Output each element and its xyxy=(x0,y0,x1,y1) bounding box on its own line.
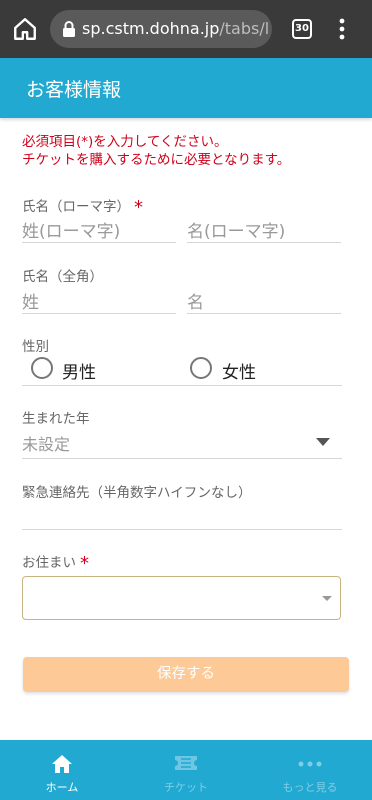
app-header: お客様情報 xyxy=(0,58,372,118)
url-host: sp.cstm.dohna.jp xyxy=(82,19,220,38)
tab-switcher-button[interactable]: 30 xyxy=(292,19,312,39)
birth-year-value: 未設定 xyxy=(22,435,71,454)
required-mark: * xyxy=(80,553,89,574)
ticket-icon xyxy=(175,756,197,770)
url-text: sp.cstm.dohna.jp/tabs/l xyxy=(82,19,268,38)
nav-label-more: もっと見る xyxy=(282,781,338,794)
address-label-text: お住まい xyxy=(22,555,76,571)
address-select[interactable] xyxy=(22,576,341,620)
birth-year-label: 生まれた年 xyxy=(22,411,90,427)
url-path: /tabs/l xyxy=(219,19,268,38)
browser-home-icon[interactable] xyxy=(12,16,38,42)
birth-year-select[interactable]: 未設定 xyxy=(22,425,342,459)
gender-label: 性別 xyxy=(22,339,49,355)
nav-item-home[interactable]: ホーム xyxy=(0,740,124,800)
required-notice: 必須項目(*)を入力してください。 チケットを購入するために必要となります。 xyxy=(22,133,362,169)
first-name-input[interactable]: 名 xyxy=(187,284,341,314)
gender-radio-group: 男性 女性 xyxy=(22,354,342,386)
page-title: お客様情報 xyxy=(26,79,122,101)
nav-label-home: ホーム xyxy=(45,781,79,794)
gender-female-radio[interactable] xyxy=(190,357,212,379)
save-button[interactable]: 保存する xyxy=(23,657,349,692)
address-bar[interactable]: sp.cstm.dohna.jp/tabs/l xyxy=(50,10,272,48)
lock-icon xyxy=(63,21,75,37)
dropdown-arrow-icon xyxy=(316,438,330,446)
address-label: お住まい * xyxy=(22,551,89,574)
home-icon xyxy=(52,755,72,773)
first-name-roman-input[interactable]: 名(ローマ字) xyxy=(187,213,341,243)
bottom-nav: ホーム チケット もっと見る xyxy=(0,740,372,800)
notice-line-1: 必須項目(*)を入力してください。 xyxy=(22,134,228,150)
last-name-input[interactable]: 姓 xyxy=(22,284,176,314)
nav-item-ticket[interactable]: チケット xyxy=(124,740,248,800)
emergency-contact-label: 緊急連絡先（半角数字ハイフンなし） xyxy=(22,485,252,501)
nav-label-ticket: チケット xyxy=(164,781,208,794)
browser-toolbar: sp.cstm.dohna.jp/tabs/l 30 xyxy=(0,0,372,58)
gender-male-radio[interactable] xyxy=(31,357,53,379)
more-dots-icon xyxy=(298,761,322,767)
gender-male-label[interactable]: 男性 xyxy=(62,358,96,383)
emergency-contact-input[interactable] xyxy=(22,500,342,530)
last-name-roman-input[interactable]: 姓(ローマ字) xyxy=(22,213,176,243)
name-full-label: 氏名（全角） xyxy=(22,269,103,285)
notice-line-2: チケットを購入するために必要となります。 xyxy=(22,152,291,168)
gender-female-label[interactable]: 女性 xyxy=(222,358,256,383)
browser-menu-icon[interactable] xyxy=(336,17,348,41)
dropdown-arrow-icon xyxy=(322,596,332,601)
nav-item-more[interactable]: もっと見る xyxy=(248,740,372,800)
